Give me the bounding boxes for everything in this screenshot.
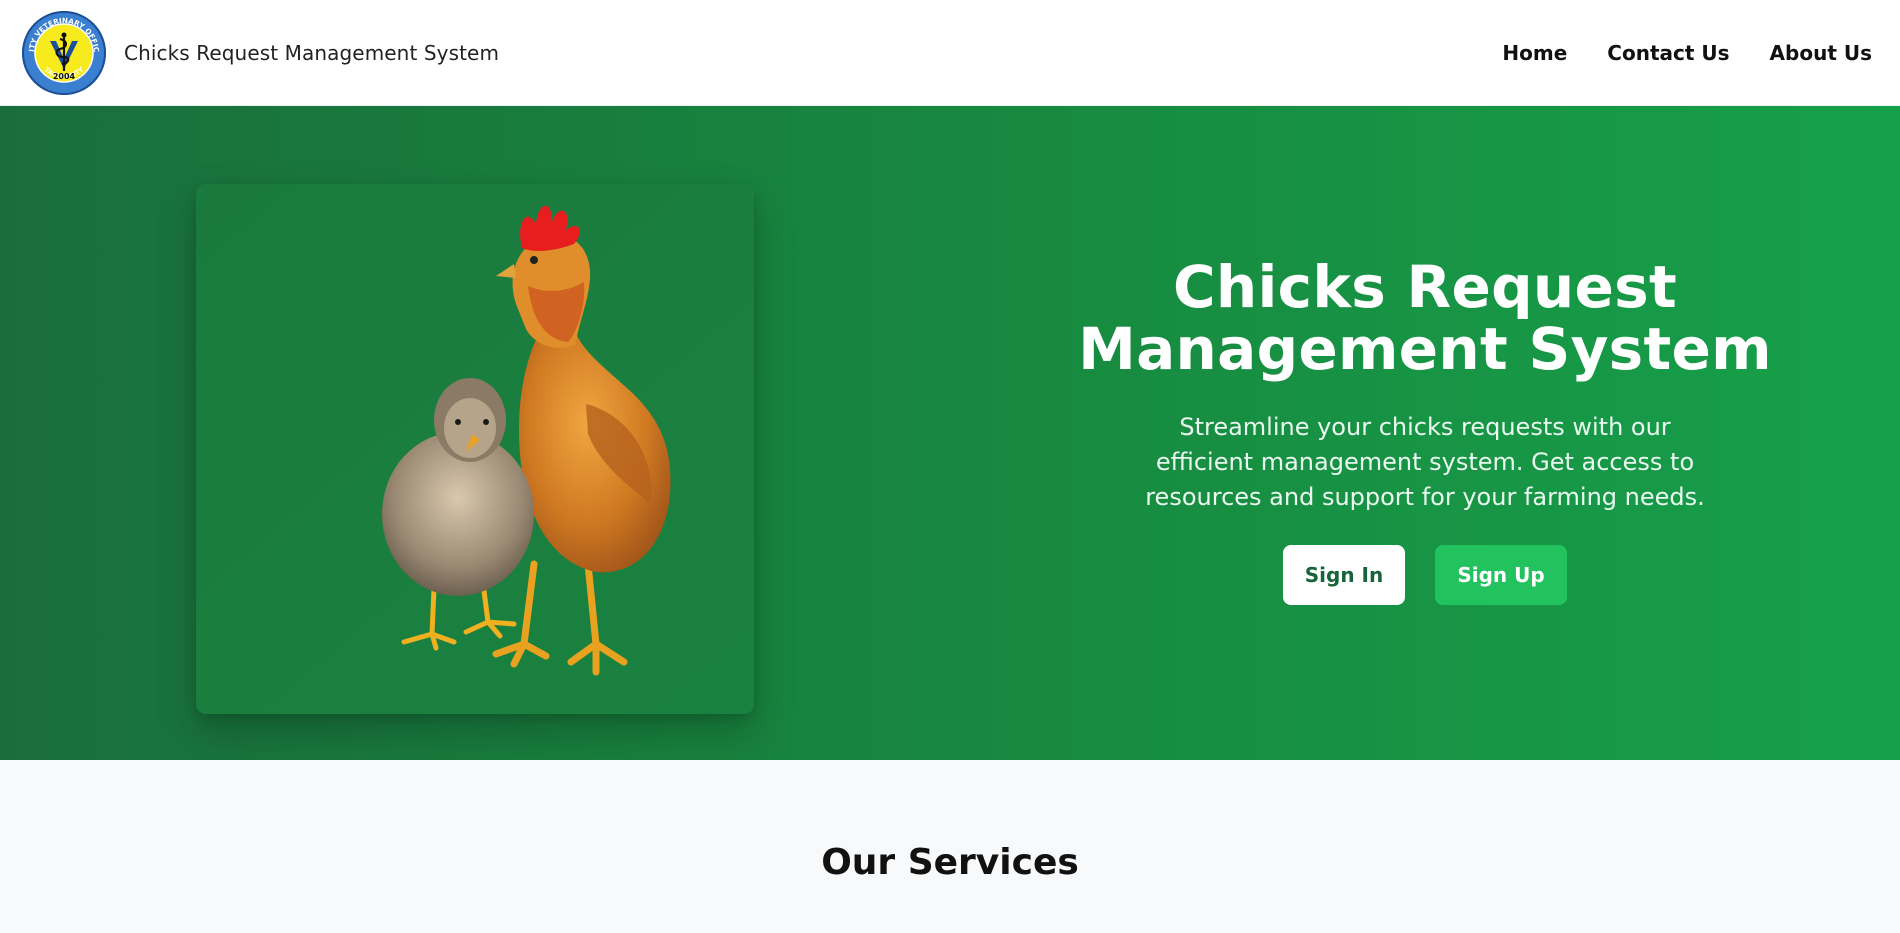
brand-title: Chicks Request Management System <box>124 40 500 65</box>
sign-up-button[interactable]: Sign Up <box>1435 545 1567 605</box>
city-veterinary-office-logo-icon: CITY VETERINARY OFFICE TAGUM CITY 2004 <box>20 9 106 95</box>
nav-contact-us-link[interactable]: Contact Us <box>1607 41 1729 65</box>
nav-about-us-link[interactable]: About Us <box>1770 41 1872 65</box>
hero-buttons: Sign In Sign Up <box>990 545 1860 605</box>
hero-subtitle: Streamline your chicks requests with our… <box>1145 413 1705 511</box>
services-title: Our Services <box>821 842 1079 883</box>
main-nav: Home Contact Us About Us <box>1502 41 1872 65</box>
hero-text-block: Chicks Request Management System Streaml… <box>990 256 1860 605</box>
svg-text:2004: 2004 <box>53 72 76 81</box>
top-navbar: CITY VETERINARY OFFICE TAGUM CITY 2004 C… <box>0 0 1900 106</box>
hero-section: Chicks Request Management System Streaml… <box>0 106 1900 760</box>
brand-link[interactable]: CITY VETERINARY OFFICE TAGUM CITY 2004 C… <box>20 9 499 97</box>
nav-home-link[interactable]: Home <box>1502 41 1567 65</box>
sign-in-button[interactable]: Sign In <box>1283 545 1405 605</box>
hen-and-chick-image <box>382 205 671 676</box>
hero-image-card <box>196 184 754 714</box>
hero-title: Chicks Request Management System <box>1078 253 1772 383</box>
services-section: Our Services <box>0 760 1900 933</box>
